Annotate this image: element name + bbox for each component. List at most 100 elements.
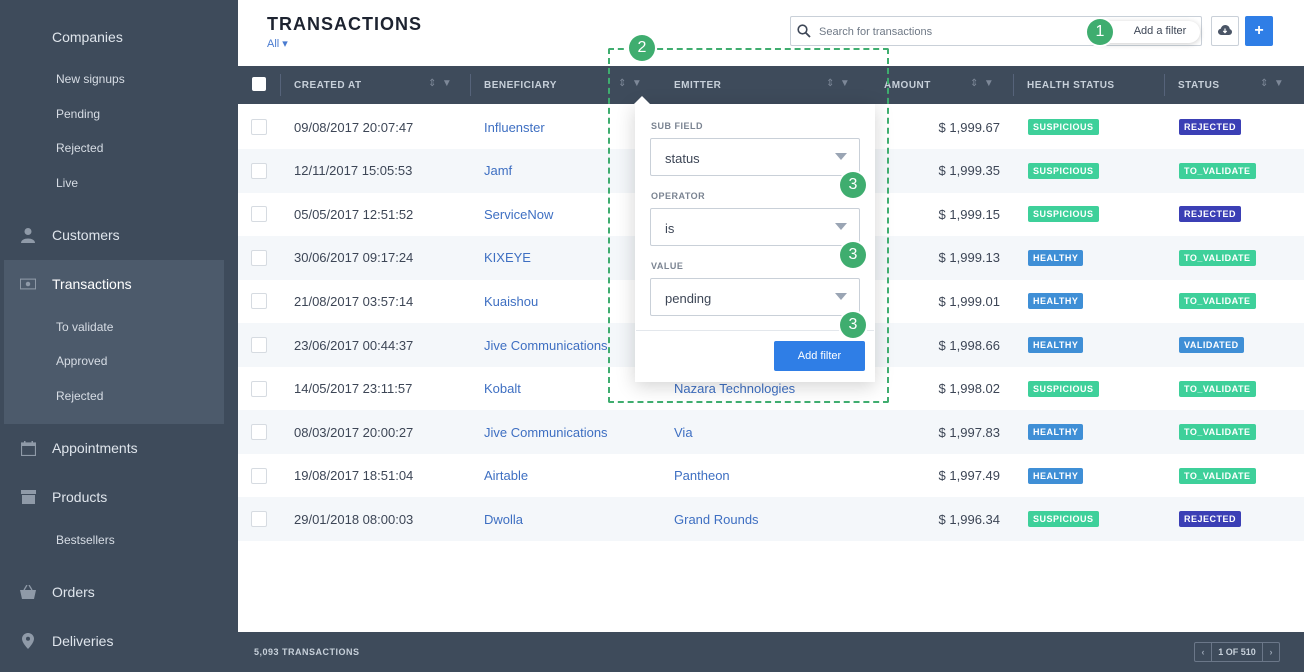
created-at-cell: 05/05/2017 12:51:52	[294, 206, 414, 222]
row-checkbox[interactable]	[251, 424, 267, 441]
person-icon	[20, 227, 36, 243]
sidebar-item-customers[interactable]: Customers	[0, 217, 238, 253]
next-page-button[interactable]: ›	[1263, 643, 1279, 661]
sidebar-item-pending[interactable]: Pending	[0, 99, 238, 129]
health-status-badge: HEALTHY	[1028, 337, 1084, 353]
row-checkbox[interactable]	[251, 162, 267, 179]
sidebar-item-deliveries[interactable]: Deliveries	[0, 623, 238, 659]
beneficiary-link[interactable]: Dwolla	[484, 497, 523, 541]
beneficiary-link[interactable]: Jamf	[484, 149, 512, 193]
search-icon	[797, 24, 811, 43]
sidebar-item-appointments[interactable]: Appointments	[0, 430, 238, 466]
sidebar-item-label: Rejected	[56, 389, 104, 403]
sidebar-item-live[interactable]: Live	[0, 168, 238, 198]
health-status-badge: HEALTHY	[1028, 424, 1084, 441]
row-checkbox[interactable]	[251, 119, 267, 135]
column-header-created-at[interactable]: CREATED AT	[294, 66, 362, 104]
sidebar-item-transactions[interactable]: Transactions	[0, 266, 238, 302]
beneficiary-link[interactable]: Airtable	[484, 454, 528, 498]
sidebar-item-rejected[interactable]: Rejected	[0, 133, 238, 163]
table-row[interactable]: 19/08/2017 18:51:04 Airtable Pantheon $ 1,9…	[238, 454, 1304, 498]
amount-cell: $ 1,999.67	[938, 119, 1000, 135]
row-checkbox[interactable]	[251, 511, 267, 528]
row-checkbox[interactable]	[251, 467, 267, 484]
amount-cell: $ 1,996.34	[938, 511, 1000, 527]
sidebar-item-label: Orders	[52, 584, 95, 600]
sidebar-item-label: Transactions	[52, 276, 132, 292]
sidebar-item-label: Rejected	[56, 141, 104, 155]
sidebar-item-bestsellers[interactable]: Bestsellers	[0, 525, 238, 555]
sort-filter-icons[interactable]: ⇕ ▼	[970, 78, 994, 89]
amount-cell: $ 1,998.02	[938, 381, 1000, 397]
column-header-amount[interactable]: AMOUNT	[884, 66, 931, 104]
health-status-badge: SUSPICIOUS	[1028, 119, 1099, 135]
sidebar-item-label: Deliveries	[52, 633, 114, 649]
beneficiary-link[interactable]: KIXEYE	[484, 236, 531, 280]
sidebar-item-companies[interactable]: Companies	[0, 19, 238, 55]
emitter-link[interactable]: Grand Rounds	[674, 497, 759, 541]
column-header-status[interactable]: STATUS	[1178, 66, 1220, 104]
search-placeholder: Search for transactions	[819, 26, 933, 38]
created-at-cell: 14/05/2017 23:11:57	[294, 381, 413, 397]
beneficiary-link[interactable]: Kuaishou	[484, 279, 538, 323]
location-pin-icon	[20, 633, 36, 649]
row-checkbox[interactable]	[251, 293, 267, 310]
annotation-marker-2: 2	[629, 35, 655, 61]
created-at-cell: 29/01/2018 08:00:03	[294, 511, 414, 527]
column-divider	[280, 74, 281, 96]
beneficiary-link[interactable]: Jive Communications	[484, 323, 608, 367]
page-indicator: 1 OF 510	[1211, 643, 1263, 661]
sidebar-item-new-signups[interactable]: New signups	[0, 64, 238, 94]
sidebar-item-rejected-transactions[interactable]: Rejected	[0, 381, 238, 411]
prev-page-button[interactable]: ‹	[1195, 643, 1211, 661]
row-checkbox[interactable]	[251, 337, 267, 353]
annotation-marker-3: 3	[840, 172, 866, 198]
sidebar-item-to-validate[interactable]: To validate	[0, 312, 238, 342]
status-badge: REJECTED	[1179, 206, 1242, 223]
beneficiary-link[interactable]: Kobalt	[484, 367, 521, 411]
table-row[interactable]: 08/03/2017 20:00:27 Jive Communications Vi…	[238, 410, 1304, 455]
basket-icon	[20, 584, 36, 600]
sort-filter-icons[interactable]: ⇕ ▼	[428, 78, 452, 89]
column-header-beneficiary[interactable]: BENEFICIARY	[484, 66, 557, 104]
view-filter-dropdown[interactable]: All ▾	[267, 37, 288, 50]
add-transaction-button[interactable]: +	[1245, 16, 1273, 46]
annotation-marker-3: 3	[840, 242, 866, 268]
sidebar-item-label: New signups	[56, 72, 125, 86]
beneficiary-link[interactable]: Jive Communications	[484, 410, 608, 454]
sidebar-item-orders[interactable]: Orders	[0, 574, 238, 610]
health-status-badge: HEALTHY	[1028, 293, 1084, 310]
beneficiary-link[interactable]: Influenster	[484, 105, 545, 149]
sidebar-item-products[interactable]: Products	[0, 479, 238, 515]
row-checkbox[interactable]	[251, 206, 267, 223]
sidebar-item-label: Pending	[56, 107, 101, 121]
created-at-cell: 08/03/2017 20:00:27	[294, 424, 414, 440]
amount-cell: $ 1,998.66	[938, 337, 1000, 353]
sidebar-item-label: Approved	[56, 354, 108, 368]
add-filter-button[interactable]: Add a filter	[1120, 21, 1200, 41]
select-all-checkbox[interactable]	[252, 77, 266, 91]
status-badge: VALIDATED	[1179, 337, 1244, 353]
table-row[interactable]: 29/01/2018 08:00:03 Dwolla Grand Rounds $ 1…	[238, 497, 1304, 542]
created-at-cell: 23/06/2017 00:44:37	[294, 337, 414, 353]
row-checkbox[interactable]	[251, 380, 267, 397]
amount-cell: $ 1,999.13	[938, 250, 1000, 266]
page-title: TRANSACTIONS	[267, 14, 422, 34]
column-header-health-status[interactable]: HEALTH STATUS	[1027, 66, 1115, 104]
row-checkbox[interactable]	[251, 249, 267, 266]
beneficiary-link[interactable]: ServiceNow	[484, 192, 553, 236]
amount-cell: $ 1,999.15	[938, 206, 1000, 222]
plus-icon: +	[1254, 22, 1264, 39]
amount-cell: $ 1,997.83	[938, 424, 1000, 440]
annotation-marker-1: 1	[1087, 19, 1113, 45]
emitter-link[interactable]: Via	[674, 410, 693, 454]
sidebar-item-approved[interactable]: Approved	[0, 346, 238, 376]
annotation-marker-3: 3	[840, 312, 866, 338]
health-status-badge: HEALTHY	[1028, 249, 1084, 266]
download-button[interactable]	[1211, 16, 1239, 46]
status-badge: REJECTED	[1179, 119, 1242, 135]
emitter-link[interactable]: Pantheon	[674, 454, 730, 498]
amount-cell: $ 1,999.01	[938, 293, 1000, 309]
sort-filter-icons[interactable]: ⇕ ▼	[1260, 78, 1284, 89]
annotation-dashed-box	[608, 48, 889, 403]
